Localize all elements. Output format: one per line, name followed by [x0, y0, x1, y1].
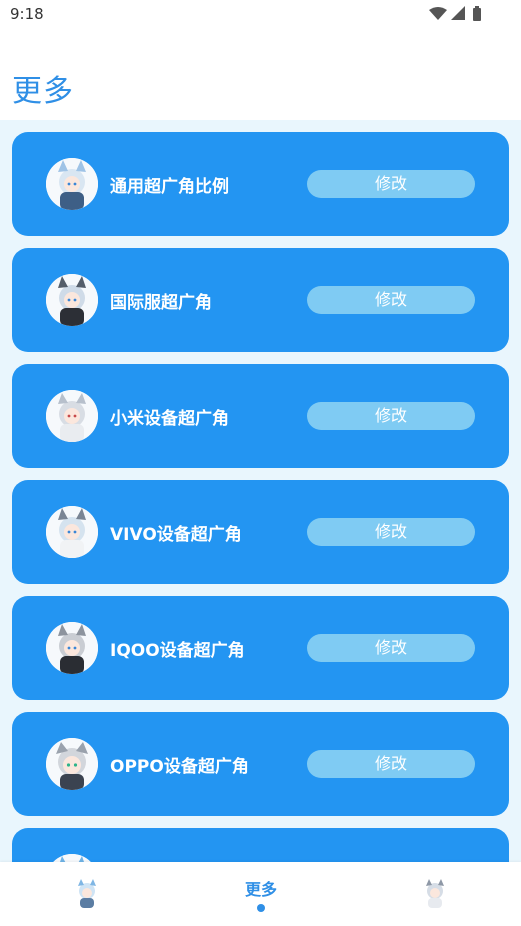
nav-label-more: 更多 [244, 880, 277, 899]
card-iqoo-wide-angle: IQOO设备超广角 修改 [12, 596, 509, 700]
card-label: 通用超广角比例 [110, 177, 229, 197]
nav-item-profile[interactable] [418, 862, 452, 926]
edit-button[interactable]: 修改 [307, 170, 475, 198]
avatar [46, 158, 98, 210]
card-label: OPPO设备超广角 [110, 757, 249, 777]
anime-avatar-icon [46, 158, 98, 210]
edit-button[interactable]: 修改 [307, 518, 475, 546]
avatar [46, 274, 98, 326]
card-label: 小米设备超广角 [110, 409, 229, 429]
avatar [46, 854, 98, 862]
anime-avatar-icon [46, 854, 98, 862]
edit-button[interactable]: 修改 [307, 402, 475, 430]
anime-avatar-icon [420, 878, 450, 908]
card-oppo-wide-angle: OPPO设备超广角 修改 [12, 712, 509, 816]
anime-avatar-icon [46, 622, 98, 674]
active-indicator-dot [257, 904, 265, 912]
status-time: 9:18 [10, 5, 44, 23]
card-label: IQOO设备超广角 [110, 641, 245, 661]
card-general-wide-angle: 通用超广角比例 修改 [12, 132, 509, 236]
card-vivo-wide-angle: VIVO设备超广角 修改 [12, 480, 509, 584]
page-title: 更多 [12, 74, 74, 109]
status-bar: 9:18 [0, 0, 521, 28]
avatar [46, 622, 98, 674]
card-partial [12, 828, 509, 862]
anime-avatar-icon [46, 738, 98, 790]
bottom-nav: 更多 [0, 862, 521, 926]
nav-avatar-icon [420, 878, 450, 908]
settings-list[interactable]: 通用超广角比例 修改 国际服超广角 修改 小米设备超广角 修改 VIVO设备超广… [0, 120, 521, 862]
anime-avatar-icon [46, 274, 98, 326]
card-label: VIVO设备超广角 [110, 525, 242, 545]
anime-avatar-icon [46, 506, 98, 558]
avatar [46, 738, 98, 790]
edit-button[interactable]: 修改 [307, 634, 475, 662]
anime-avatar-icon [46, 390, 98, 442]
nav-item-home[interactable] [70, 862, 104, 926]
card-global-server-wide-angle: 国际服超广角 修改 [12, 248, 509, 352]
avatar [46, 506, 98, 558]
card-label: 国际服超广角 [110, 293, 212, 313]
page-header: 更多 [0, 28, 521, 120]
avatar [46, 390, 98, 442]
nav-item-more[interactable]: 更多 [241, 862, 281, 926]
anime-avatar-icon [72, 878, 102, 908]
edit-button[interactable]: 修改 [307, 750, 475, 778]
nav-avatar-icon [72, 878, 102, 908]
card-xiaomi-wide-angle: 小米设备超广角 修改 [12, 364, 509, 468]
status-icons [429, 6, 491, 22]
edit-button[interactable]: 修改 [307, 286, 475, 314]
wifi-signal-battery-icon [429, 6, 481, 21]
